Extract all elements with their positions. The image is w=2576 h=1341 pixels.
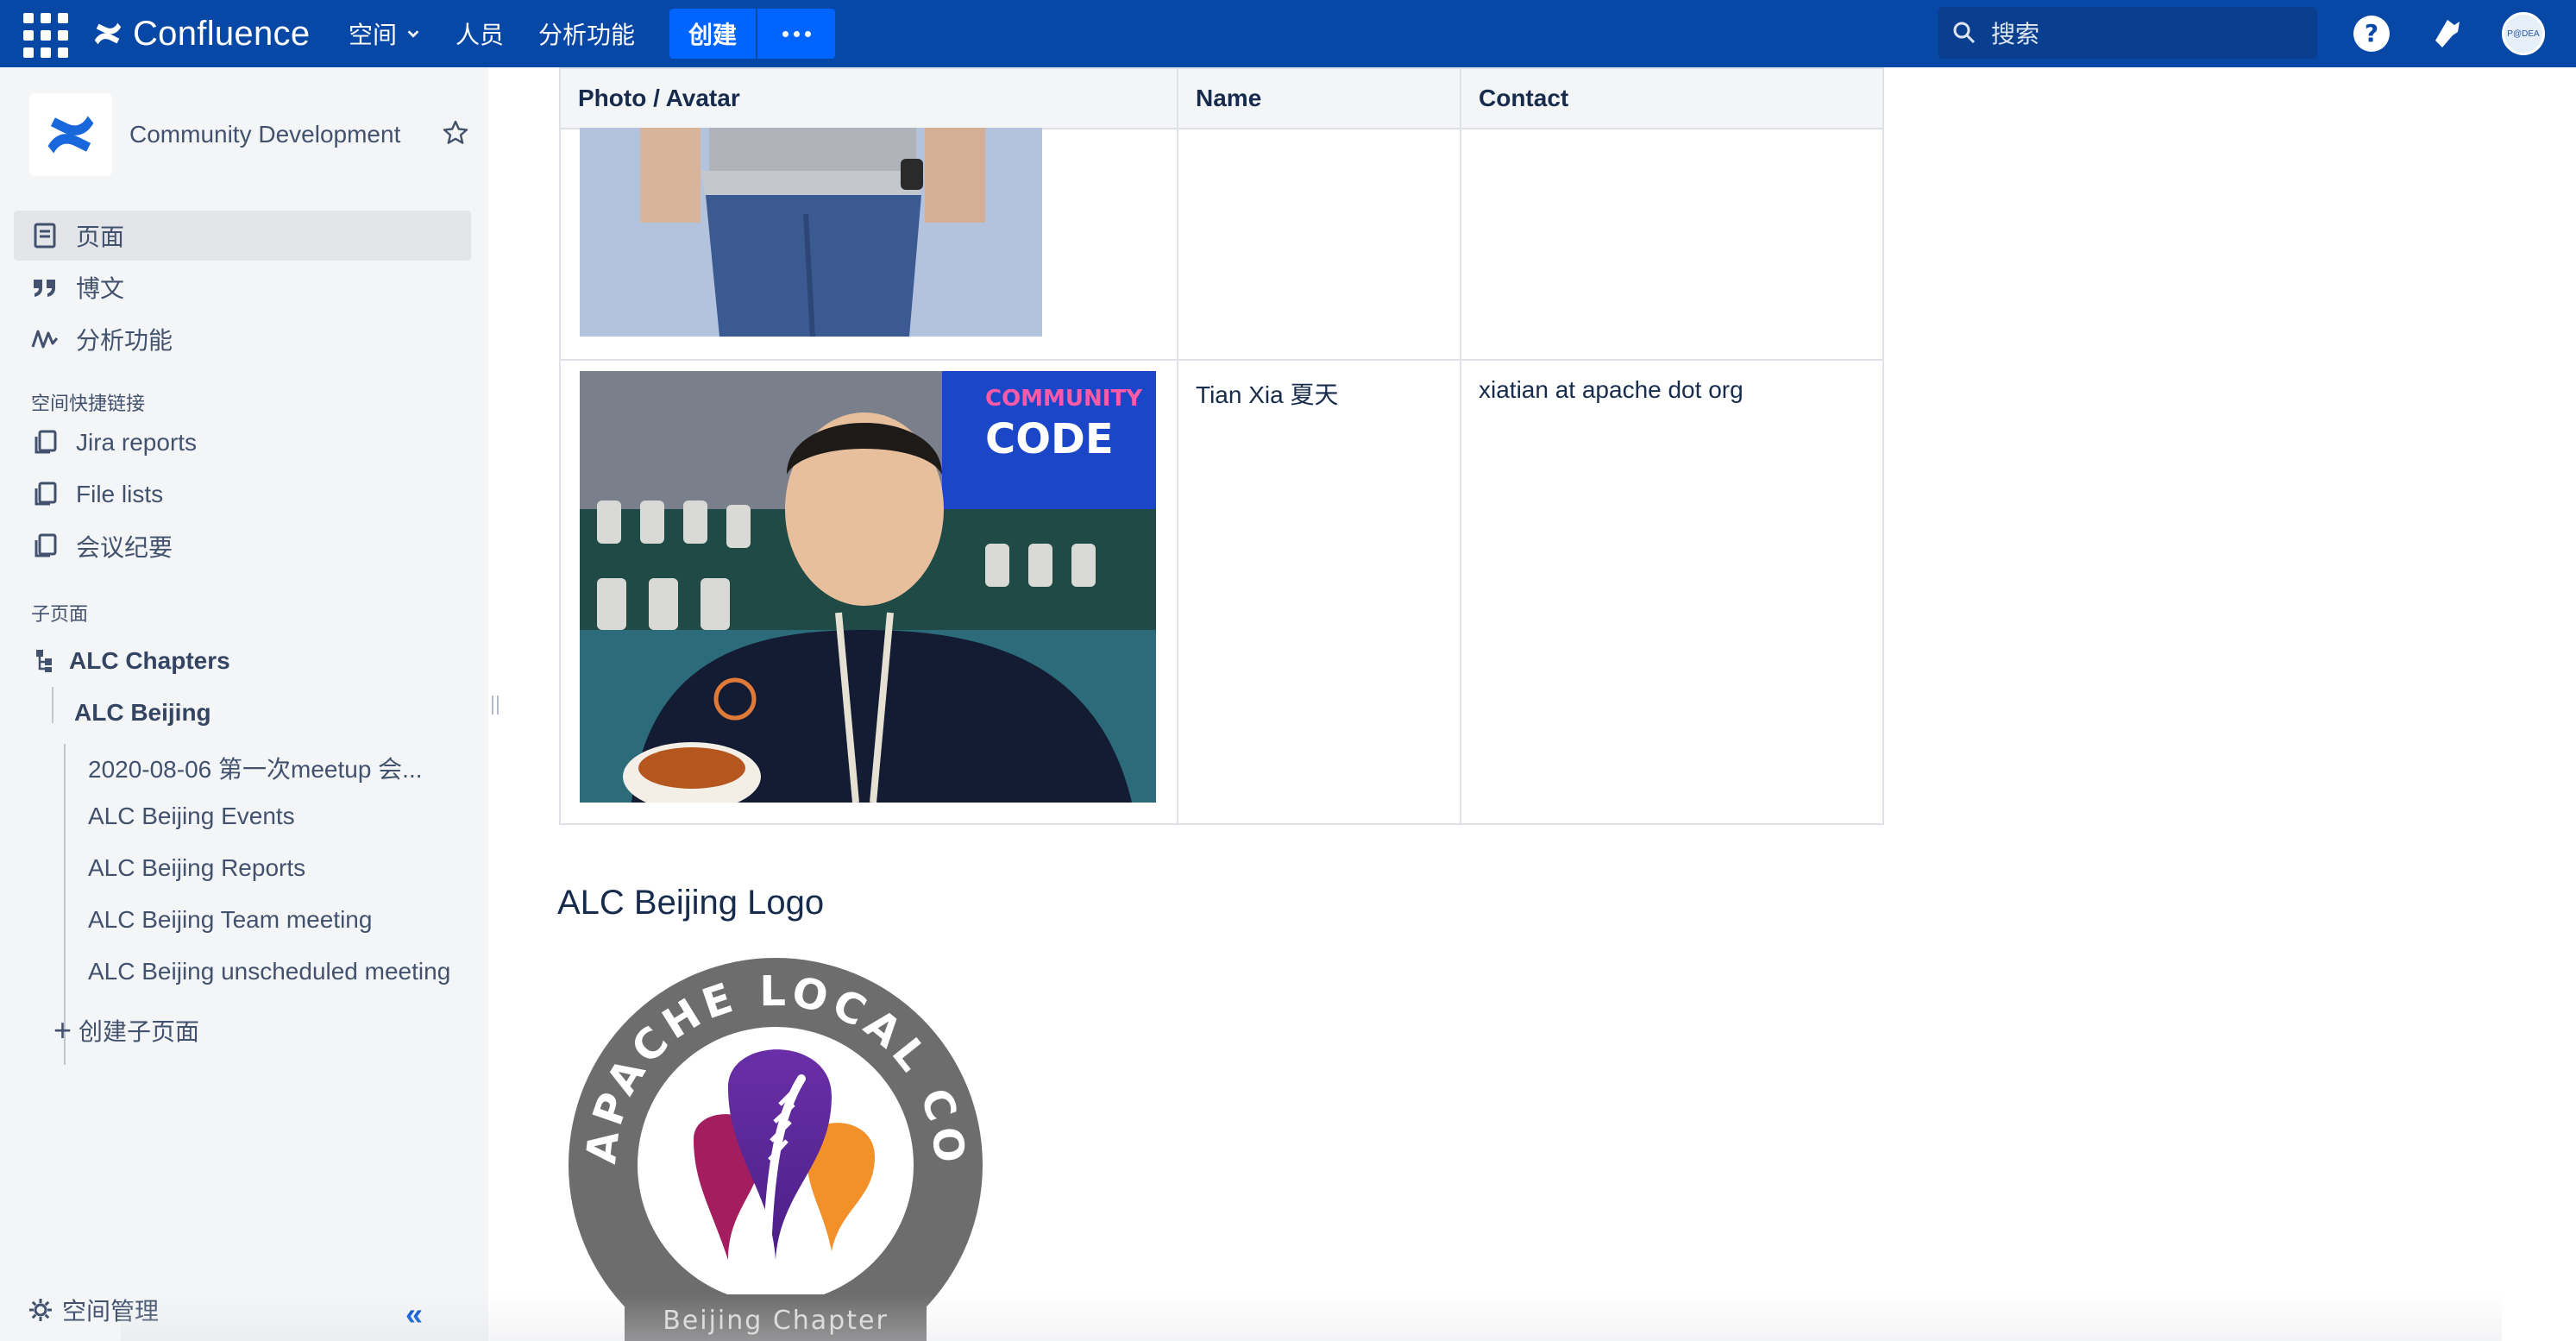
help-icon[interactable]: ? (2350, 12, 2393, 55)
sidebar-item-label: File lists (76, 481, 164, 507)
shortcuts-heading: 空间快捷链接 (31, 393, 146, 414)
nav-people[interactable]: 人员 (456, 16, 504, 52)
top-navigation: Confluence 空间 人员 分析功能 创建 搜索 ? P@DEA (0, 0, 2576, 67)
link-copy-icon (31, 429, 59, 456)
table-cell-contact (1460, 128, 1884, 361)
space-header[interactable]: Community Development (29, 93, 400, 176)
tree-item-label: ALC Chapters (69, 647, 230, 674)
table-cell-contact: xiatian at apache dot org (1460, 359, 1884, 825)
collapse-sidebar-icon[interactable]: « (405, 1296, 423, 1332)
sidebar-resize-handle[interactable] (492, 696, 499, 715)
chevron-down-icon (407, 30, 419, 38)
tree-item-alc-beijing[interactable]: ALC Beijing (74, 699, 211, 727)
search-input[interactable]: 搜索 (1938, 7, 2317, 59)
sidebar-item-analytics[interactable]: 分析功能 (14, 314, 471, 364)
avatar-text: P@DEA (2507, 28, 2540, 39)
table-header-photo: Photo / Avatar (559, 67, 1178, 129)
child-pages-heading: 子页面 (31, 603, 89, 625)
svg-text:CODE: CODE (985, 415, 1114, 463)
create-button[interactable]: 创建 (669, 9, 756, 59)
sidebar-item-label: 页面 (76, 224, 125, 250)
alc-beijing-logo-image: APACHE LOCAL COMMUNITY Beijing Chapter (564, 949, 987, 1341)
table-header-contact: Contact (1460, 67, 1884, 129)
gear-icon (29, 1299, 52, 1321)
space-settings-button[interactable]: 空间管理 (28, 1293, 159, 1327)
space-name: Community Development (129, 121, 401, 148)
space-logo-icon (29, 93, 112, 176)
tree-item-beijing-events[interactable]: ALC Beijing Events (88, 803, 295, 830)
space-settings-label: 空间管理 (62, 1298, 160, 1325)
search-icon (1953, 22, 1976, 44)
tree-item-first-meetup[interactable]: 2020-08-06 第一次meetup 会... (88, 751, 423, 785)
sidebar-item-label: 分析功能 (76, 327, 173, 354)
sidebar-item-label: 博文 (76, 275, 125, 302)
page-tree-icon (36, 650, 52, 672)
nav-analytics-label: 分析功能 (538, 22, 636, 48)
page-icon (31, 222, 59, 249)
svg-text:?: ? (2365, 19, 2378, 47)
tree-connector (52, 687, 53, 723)
app-switcher-icon[interactable] (22, 11, 68, 58)
nav-people-label: 人员 (456, 22, 505, 48)
space-sidebar: Community Development 页面 博文 分析功能 空间快捷链接 … (0, 67, 488, 1341)
create-child-page-button[interactable]: + 创建子页面 (53, 1013, 199, 1048)
more-dots-icon (782, 30, 789, 37)
star-icon[interactable] (442, 119, 469, 151)
sidebar-item-jira-reports[interactable]: Jira reports (14, 418, 471, 468)
sidebar-item-pages[interactable]: 页面 (14, 211, 471, 261)
table-cell-name (1177, 128, 1461, 361)
sidebar-item-file-lists[interactable]: File lists (14, 469, 471, 519)
notifications-icon[interactable] (2426, 12, 2469, 55)
tree-item-beijing-reports[interactable]: ALC Beijing Reports (88, 854, 305, 882)
nav-spaces-menu[interactable]: 空间 (349, 16, 421, 52)
nav-analytics[interactable]: 分析功能 (538, 16, 635, 52)
confluence-logo-icon (94, 22, 122, 45)
brand-name: Confluence (133, 14, 311, 53)
svg-text:COMMUNITY: COMMUNITY (985, 386, 1143, 412)
quote-icon (31, 274, 59, 301)
table-cell-name: Tian Xia 夏天 (1177, 359, 1461, 825)
sidebar-item-label: Jira reports (76, 429, 198, 456)
link-copy-icon (31, 481, 59, 508)
tree-item-beijing-team-meeting[interactable]: ALC Beijing Team meeting (88, 906, 372, 934)
confluence-logo[interactable]: Confluence (91, 12, 310, 55)
search-placeholder: 搜索 (1991, 21, 2040, 47)
analytics-icon (31, 325, 59, 353)
tree-item-alc-chapters[interactable]: ALC Chapters (35, 647, 230, 675)
more-create-options-button[interactable] (757, 9, 835, 59)
sidebar-item-blog[interactable]: 博文 (14, 262, 471, 312)
plus-icon: + (53, 1012, 72, 1048)
member-photo[interactable] (580, 128, 1042, 337)
link-copy-icon (31, 532, 59, 560)
sidebar-item-label: 会议纪要 (76, 534, 173, 561)
logo-section-heading: ALC Beijing Logo (557, 884, 825, 922)
user-avatar[interactable]: P@DEA (2502, 12, 2545, 55)
create-child-label: 创建子页面 (79, 1018, 200, 1045)
member-photo[interactable]: COMMUNITY CODE (580, 371, 1156, 803)
sidebar-item-meeting-notes[interactable]: 会议纪要 (14, 521, 471, 571)
logo-banner-text: Beijing Chapter (663, 1306, 889, 1336)
table-header-name: Name (1177, 67, 1461, 129)
tree-item-beijing-unscheduled-meeting[interactable]: ALC Beijing unscheduled meeting (88, 958, 450, 985)
nav-spaces-label: 空间 (349, 22, 398, 48)
